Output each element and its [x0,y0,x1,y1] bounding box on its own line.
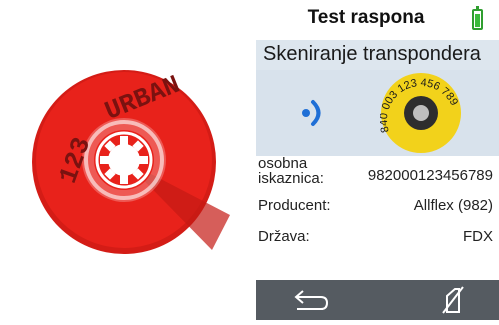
no-scan-icon [442,286,464,314]
field-label-id: osobna iskaznica: [258,155,324,187]
scan-heading: Skeniranje transpondera [263,43,481,65]
no-scan-button[interactable] [408,280,498,320]
field-label-country: Država: [258,228,310,245]
field-row-id: osobna iskaznica: 982000123456789 [256,156,499,186]
page-title: Test raspona [307,7,425,28]
field-value-producer: Allflex (982) [413,197,493,214]
field-value-country: FDX [463,228,493,245]
scan-panel: 840 003 123 456 789 [256,70,499,156]
illustration-panel: URBAN 123 [0,0,256,320]
field-label-producer: Producent: [258,197,331,214]
battery-icon [472,6,483,30]
transponder-tag-icon: 840 003 123 456 789 [380,73,461,153]
urban-coin-icon: URBAN 123 [32,70,230,254]
field-row-producer: Producent: Allflex (982) [256,197,499,221]
back-button[interactable] [264,280,354,320]
field-value-id: 982000123456789 [367,167,493,184]
footer-bar [256,280,499,320]
rfid-signal-icon [302,100,321,126]
scan-heading-bar: Skeniranje transpondera [256,40,499,70]
field-row-country: Država: FDX [256,228,499,252]
back-arrow-icon [294,290,329,310]
device-screen: Test raspona Skeniranje transpondera 840… [256,0,499,320]
